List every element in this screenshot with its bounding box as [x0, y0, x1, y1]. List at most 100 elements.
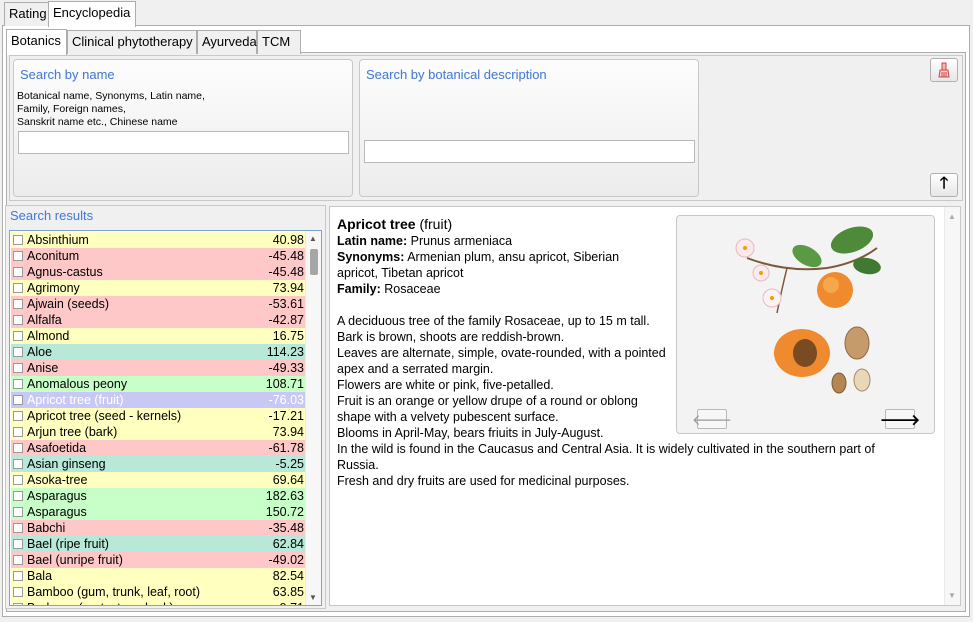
- prev-image-button[interactable]: 🡐: [692, 409, 732, 429]
- row-value: 73.94: [272, 281, 304, 295]
- row-name: Anise: [27, 361, 59, 375]
- search-results-list[interactable]: Absinthium 40.98 Aconitum -45.48 Agnus-castu…: [9, 230, 322, 606]
- row-checkbox[interactable]: [13, 267, 23, 277]
- list-item[interactable]: Bala 82.54: [11, 568, 306, 584]
- list-item[interactable]: Apricot tree (seed - kernels) -17.21: [11, 408, 306, 424]
- row-checkbox[interactable]: [13, 443, 23, 453]
- list-item[interactable]: Barberry (root, stem, bark) 9.71: [11, 600, 306, 605]
- row-checkbox[interactable]: [13, 379, 23, 389]
- results-scrollbar[interactable]: ▲ ▼: [305, 231, 321, 605]
- list-item[interactable]: Bael (unripe fruit) -49.02: [11, 552, 306, 568]
- row-checkbox[interactable]: [13, 507, 23, 517]
- search-by-name-group: Search by name Botanical name, Synonyms,…: [13, 59, 353, 197]
- detail-scroll-up-icon[interactable]: ▲: [948, 212, 956, 221]
- arrow-up-icon: 🡑: [939, 174, 949, 192]
- row-value: 73.94: [272, 425, 304, 439]
- list-item[interactable]: Absinthium 40.98: [11, 232, 306, 248]
- scroll-up-arrow-icon[interactable]: ▲: [309, 234, 317, 243]
- row-value: -45.48: [268, 265, 304, 279]
- row-name: Aloe: [27, 345, 53, 359]
- row-value: 108.71: [265, 377, 304, 391]
- row-checkbox[interactable]: [13, 459, 23, 469]
- row-name: Bael (ripe fruit): [27, 537, 109, 551]
- list-item[interactable]: Agnus-castus -45.48: [11, 264, 306, 280]
- search-by-description-title: Search by botanical description: [366, 67, 547, 82]
- list-item[interactable]: Asparagus 182.63: [11, 488, 306, 504]
- list-item[interactable]: Bamboo (gum, trunk, leaf, root) 63.85: [11, 584, 306, 600]
- row-value: -53.61: [268, 297, 304, 311]
- row-checkbox[interactable]: [13, 395, 23, 405]
- row-value: 69.64: [272, 473, 304, 487]
- scrollbar-thumb[interactable]: [310, 249, 318, 275]
- row-value: 114.23: [266, 345, 304, 359]
- row-value: 150.72: [265, 505, 304, 519]
- list-item[interactable]: Ajwain (seeds) -53.61: [11, 296, 306, 312]
- row-name: Babchi: [27, 521, 66, 535]
- row-name: Asparagus: [27, 489, 87, 503]
- search-by-name-input[interactable]: [18, 131, 349, 154]
- tab-botanics[interactable]: Botanics: [6, 29, 67, 55]
- clear-search-button[interactable]: [930, 58, 958, 82]
- list-item[interactable]: Anomalous peony 108.71: [11, 376, 306, 392]
- row-value: 82.54: [272, 569, 304, 583]
- plant-part: (fruit): [419, 216, 453, 232]
- tab-encyclopedia[interactable]: Encyclopedia: [48, 1, 136, 27]
- search-by-description-input[interactable]: [364, 140, 695, 163]
- row-value: -49.33: [268, 361, 304, 375]
- list-item[interactable]: Babchi -35.48: [11, 520, 306, 536]
- list-item[interactable]: Anise -49.33: [11, 360, 306, 376]
- list-item[interactable]: Asafoetida -61.78: [11, 440, 306, 456]
- row-checkbox[interactable]: [13, 571, 23, 581]
- scroll-up-button[interactable]: 🡑: [930, 173, 958, 197]
- list-item[interactable]: Agrimony 73.94: [11, 280, 306, 296]
- row-checkbox[interactable]: [13, 315, 23, 325]
- list-item[interactable]: Aloe 114.23: [11, 344, 306, 360]
- row-checkbox[interactable]: [13, 539, 23, 549]
- tab-clinical-phytotherapy[interactable]: Clinical phytotherapy: [67, 30, 197, 54]
- row-checkbox[interactable]: [13, 347, 23, 357]
- list-item[interactable]: Bael (ripe fruit) 62.84: [11, 536, 306, 552]
- list-item[interactable]: Asoka-tree 69.64: [11, 472, 306, 488]
- row-checkbox[interactable]: [13, 523, 23, 533]
- tab-tcm[interactable]: TCM: [257, 30, 301, 54]
- plant-name: Apricot tree: [337, 216, 416, 232]
- brush-icon: [937, 62, 951, 78]
- list-item[interactable]: Arjun tree (bark) 73.94: [11, 424, 306, 440]
- row-checkbox[interactable]: [13, 427, 23, 437]
- family-label: Family:: [337, 282, 381, 296]
- row-value: 62.84: [272, 537, 304, 551]
- tab-ayurveda[interactable]: Ayurveda: [197, 30, 257, 54]
- row-checkbox[interactable]: [13, 475, 23, 485]
- row-value: 63.85: [272, 585, 304, 599]
- row-value: 40.98: [272, 233, 304, 247]
- row-value: 16.75: [272, 329, 304, 343]
- row-checkbox[interactable]: [13, 235, 23, 245]
- row-checkbox[interactable]: [13, 603, 23, 605]
- list-item[interactable]: Asparagus 150.72: [11, 504, 306, 520]
- row-checkbox[interactable]: [13, 411, 23, 421]
- detail-scrollbar[interactable]: ▲ ▼: [944, 207, 960, 605]
- list-item[interactable]: Asian ginseng -5.25: [11, 456, 306, 472]
- row-checkbox[interactable]: [13, 283, 23, 293]
- list-item[interactable]: Apricot tree (fruit) -76.03: [11, 392, 306, 408]
- row-name: Bamboo (gum, trunk, leaf, root): [27, 585, 200, 599]
- list-item[interactable]: Alfalfa -42.87: [11, 312, 306, 328]
- row-checkbox[interactable]: [13, 299, 23, 309]
- row-checkbox[interactable]: [13, 331, 23, 341]
- row-name: Agrimony: [27, 281, 80, 295]
- row-name: Apricot tree (seed - kernels): [27, 409, 182, 423]
- row-checkbox[interactable]: [13, 363, 23, 373]
- row-checkbox[interactable]: [13, 587, 23, 597]
- next-image-button[interactable]: 🡒: [880, 409, 920, 429]
- list-item[interactable]: Almond 16.75: [11, 328, 306, 344]
- row-checkbox[interactable]: [13, 555, 23, 565]
- synonyms-label: Synonyms:: [337, 250, 405, 264]
- row-value: -42.87: [268, 313, 304, 327]
- detail-scroll-down-icon[interactable]: ▼: [948, 591, 956, 600]
- tab-rating[interactable]: Rating: [4, 2, 49, 26]
- row-checkbox[interactable]: [13, 251, 23, 261]
- list-item[interactable]: Aconitum -45.48: [11, 248, 306, 264]
- row-checkbox[interactable]: [13, 491, 23, 501]
- scroll-down-arrow-icon[interactable]: ▼: [309, 593, 317, 602]
- row-name: Absinthium: [27, 233, 89, 247]
